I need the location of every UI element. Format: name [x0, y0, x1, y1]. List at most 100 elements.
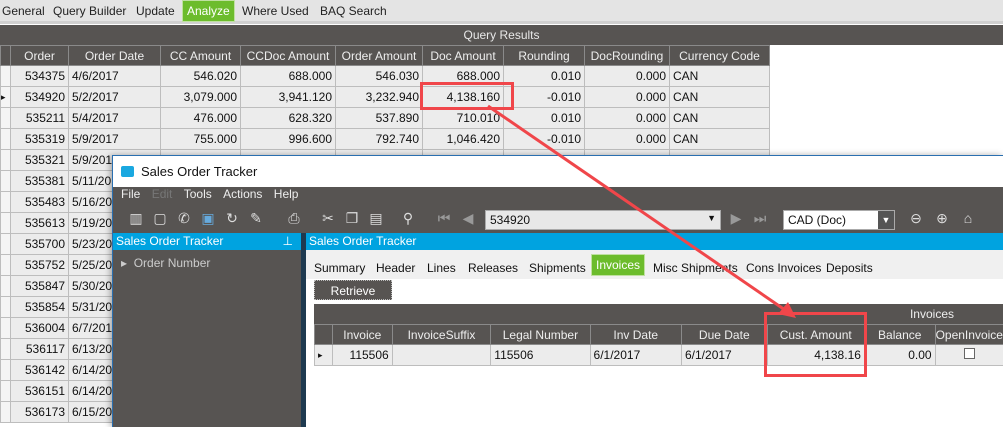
refresh-icon[interactable]: ↻ [223, 210, 241, 228]
forward-icon[interactable]: ⊕ [933, 210, 951, 228]
tab-header[interactable]: Header [376, 261, 415, 275]
row-selector[interactable] [0, 275, 11, 297]
row-selector[interactable] [0, 107, 11, 129]
currency-select[interactable]: CAD (Doc) ▼ [783, 210, 895, 230]
column-header[interactable]: DocRounding [584, 45, 670, 66]
menu-actions[interactable]: Actions [223, 187, 262, 201]
order-number-combo[interactable]: 534920 ▼ [485, 210, 721, 230]
table-row[interactable]: 535319 5/9/2017 755.000 996.600 792.740 1,046… [0, 128, 770, 150]
row-selector[interactable] [0, 359, 11, 381]
column-header[interactable]: Due Date [681, 324, 768, 345]
row-selector[interactable] [0, 317, 11, 339]
next-record-icon[interactable]: ▶ [727, 210, 745, 228]
menu-file[interactable]: File [121, 187, 140, 201]
row-selector[interactable] [0, 338, 11, 360]
row-selector[interactable] [0, 233, 11, 255]
tab-deposits[interactable]: Deposits [826, 261, 873, 275]
first-record-icon[interactable]: ⏮ [435, 210, 453, 228]
column-header[interactable]: Order [10, 45, 69, 66]
table-cell: -0.010 [503, 128, 585, 150]
table-row[interactable]: ▸ 534920 5/2/2017 3,079.000 3,941.120 3,232.9… [0, 86, 770, 108]
pin-icon[interactable]: ⊥ [283, 233, 293, 250]
print-icon[interactable]: ⎙ [285, 210, 303, 228]
phone-icon[interactable]: ✆ [175, 210, 193, 228]
table-cell: 6/1/2017 [681, 344, 768, 366]
tab-cons-invoices[interactable]: Cons Invoices [746, 261, 821, 275]
table-row[interactable]: 534375 4/6/2017 546.020 688.000 546.030 688.0… [0, 65, 770, 87]
table-row[interactable]: ▸ 115506 115506 6/1/2017 6/1/2017 4,138.16 0.0… [314, 344, 1003, 366]
table-cell: 536151 [10, 380, 69, 402]
detail-panel-header: Sales Order Tracker [306, 233, 1003, 250]
row-selector[interactable] [0, 254, 11, 276]
row-selector[interactable] [0, 212, 11, 234]
table-cell: 792.740 [335, 128, 423, 150]
column-header[interactable]: Invoice [331, 324, 393, 345]
row-selector[interactable] [0, 65, 11, 87]
column-header[interactable]: CC Amount [160, 45, 241, 66]
row-selector[interactable]: ▸ [0, 86, 11, 108]
menu-edit[interactable]: Edit [152, 187, 173, 201]
note-icon[interactable]: ▢ [151, 210, 169, 228]
tab-where-used[interactable]: Where Used [242, 4, 309, 18]
column-header[interactable]: Balance [863, 324, 936, 345]
home-icon[interactable]: ⌂ [959, 210, 977, 228]
column-header[interactable]: InvoiceSuffix [391, 324, 492, 345]
tab-lines[interactable]: Lines [427, 261, 456, 275]
tab-baq-search[interactable]: BAQ Search [320, 4, 387, 18]
tab-analyze[interactable]: Analyze [182, 0, 235, 22]
tab-summary[interactable]: Summary [314, 261, 365, 275]
table-cell: 536173 [10, 401, 69, 423]
previous-record-icon[interactable]: ◀ [459, 210, 477, 228]
attachment-icon[interactable]: ▣ [199, 210, 217, 228]
back-icon[interactable]: ⊖ [907, 210, 925, 228]
table-cell: 535319 [10, 128, 69, 150]
column-header[interactable]: Rounding [503, 45, 585, 66]
tab-misc-shipments[interactable]: Misc Shipments [653, 261, 738, 275]
chevron-down-icon[interactable]: ▼ [878, 211, 894, 229]
table-cell: CAN [669, 128, 770, 150]
clear-icon[interactable]: ✎ [247, 210, 265, 228]
highlight-box-doc-amount [420, 82, 514, 110]
row-selector[interactable]: ▸ [314, 344, 333, 366]
column-header[interactable]: Doc Amount [422, 45, 504, 66]
copy-icon[interactable]: ❐ [343, 210, 361, 228]
row-selector[interactable] [0, 401, 11, 423]
table-cell: 535847 [10, 275, 69, 297]
row-selector[interactable] [0, 128, 11, 150]
menu-help[interactable]: Help [274, 187, 299, 201]
column-header[interactable]: Order Amount [335, 45, 423, 66]
row-selector[interactable] [0, 380, 11, 402]
column-header[interactable]: Currency Code [669, 45, 770, 66]
tab-general[interactable]: General [2, 4, 45, 18]
tab-shipments[interactable]: Shipments [529, 261, 586, 275]
tree-item-order-number[interactable]: ▸ Order Number [113, 250, 301, 270]
table-cell: 534375 [10, 65, 69, 87]
tab-update[interactable]: Update [136, 4, 175, 18]
row-selector[interactable] [0, 191, 11, 213]
table-cell: 996.600 [240, 128, 336, 150]
paste-icon[interactable]: ▤ [367, 210, 385, 228]
column-header[interactable]: OpenInvoice [934, 324, 1003, 345]
menu-tools[interactable]: Tools [184, 187, 212, 201]
tab-releases[interactable]: Releases [468, 261, 518, 275]
row-selector[interactable] [0, 170, 11, 192]
column-header[interactable]: Inv Date [589, 324, 683, 345]
column-header[interactable]: Legal Number [490, 324, 591, 345]
row-selector[interactable] [0, 149, 11, 171]
search-binoculars-icon[interactable]: ⚲ [399, 210, 417, 228]
book-icon[interactable]: ▥ [127, 210, 145, 228]
tab-invoices[interactable]: Invoices [591, 254, 646, 276]
cut-icon[interactable]: ✂ [319, 210, 337, 228]
column-header[interactable]: Order Date [68, 45, 161, 66]
expand-icon[interactable]: ▸ [121, 256, 127, 270]
table-row[interactable]: 535211 5/4/2017 476.000 628.320 537.890 710.0… [0, 107, 770, 129]
column-header[interactable]: CCDoc Amount [240, 45, 336, 66]
retrieve-button[interactable]: Retrieve [314, 280, 392, 300]
last-record-icon[interactable]: ⏭ [751, 210, 769, 228]
tab-query-builder[interactable]: Query Builder [53, 4, 126, 18]
row-selector[interactable] [0, 296, 11, 318]
table-cell: CAN [669, 86, 770, 108]
open-invoice-checkbox[interactable] [963, 348, 975, 359]
table-cell: 5/9/2017 [68, 128, 161, 150]
chevron-down-icon[interactable]: ▼ [707, 213, 716, 223]
